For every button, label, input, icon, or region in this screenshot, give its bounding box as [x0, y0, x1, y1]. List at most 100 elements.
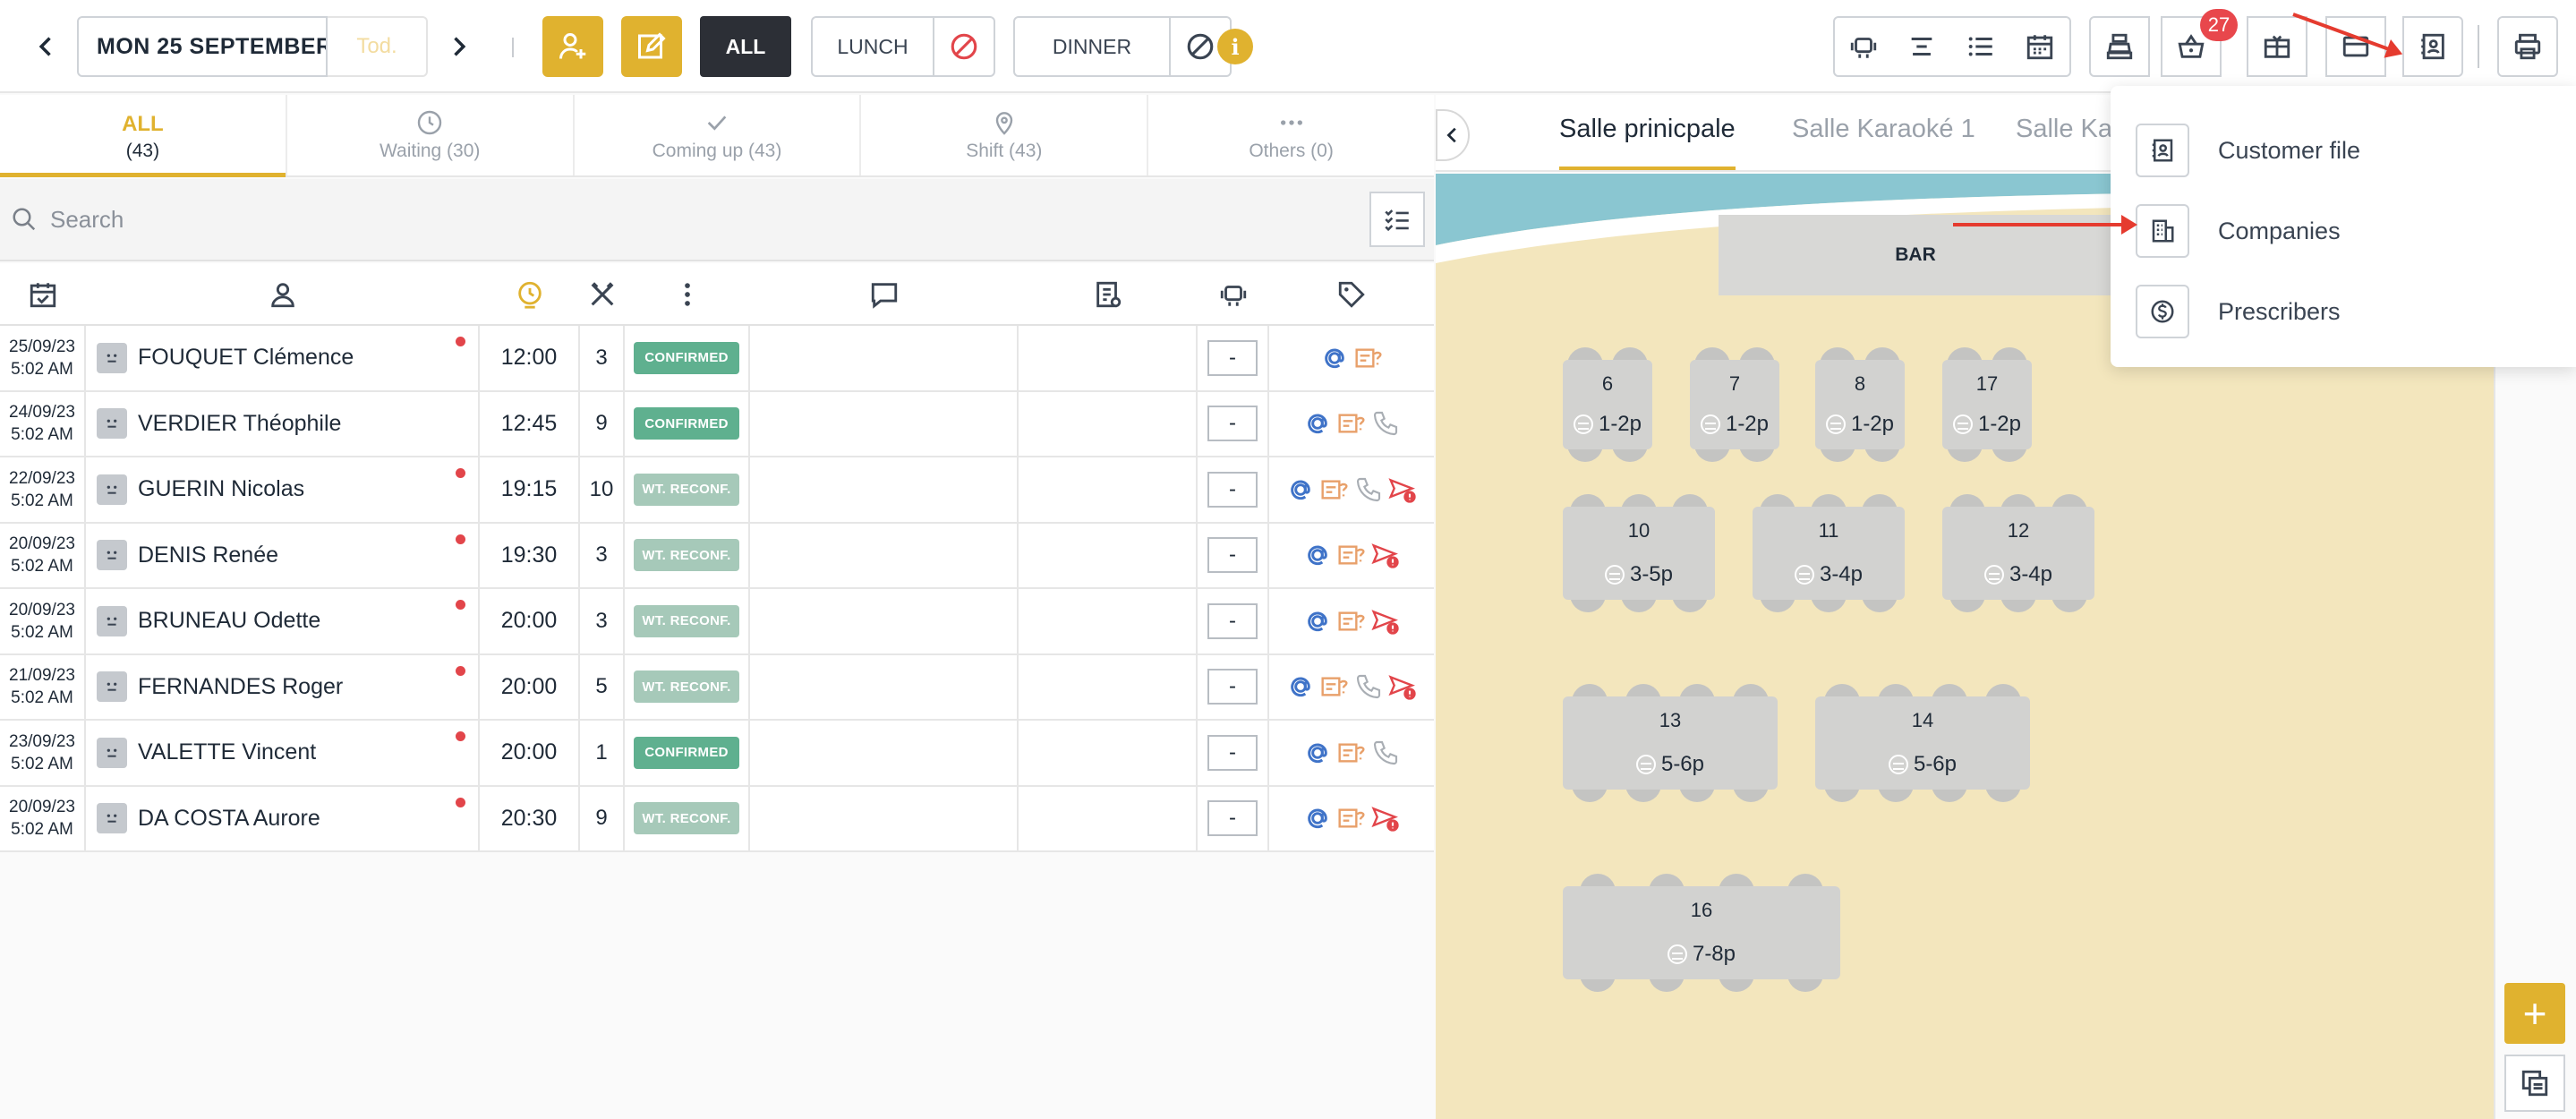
floor-table-10[interactable]: 10 3-5p [1563, 507, 1715, 600]
comment-cell[interactable] [750, 786, 1019, 850]
customer-cell[interactable]: GUERIN Nicolas [86, 457, 480, 522]
menu-item-prescribers[interactable]: Prescribers [2136, 285, 2556, 338]
timeline-view-button[interactable] [1892, 16, 1953, 77]
status-badge[interactable]: CONFIRMED [634, 407, 739, 440]
comment-cell[interactable] [750, 326, 1019, 390]
calendar-view-button[interactable] [2010, 16, 2071, 77]
cash-register-button[interactable] [2089, 16, 2150, 77]
note-cell[interactable] [1019, 786, 1198, 850]
table-cell[interactable]: - [1198, 326, 1269, 390]
floor-table-16[interactable]: 16 7-8p [1563, 886, 1840, 979]
sort-by-customer[interactable] [86, 263, 480, 326]
sort-by-created-date[interactable] [0, 263, 86, 326]
next-day-button[interactable] [431, 20, 485, 73]
table-row[interactable]: 21/09/23 5:02 AM FERNANDES Roger 20:00 5… [0, 654, 1434, 721]
tab-coming-up[interactable]: Coming up (43) [575, 95, 862, 175]
floor-table-11[interactable]: 11 3-4p [1753, 507, 1905, 600]
note-cell[interactable] [1019, 391, 1198, 456]
note-cell[interactable] [1019, 523, 1198, 587]
previous-day-button[interactable] [20, 20, 73, 73]
today-button[interactable]: Tod. [328, 16, 428, 77]
floor-table-14[interactable]: 14 5-6p [1815, 696, 2030, 790]
status-cell[interactable]: WT. RECONF. [625, 589, 750, 653]
info-button[interactable]: i [1217, 29, 1253, 64]
sort-by-covers[interactable] [580, 263, 625, 326]
add-customer-button[interactable] [542, 16, 603, 77]
status-cell[interactable]: CONFIRMED [625, 721, 750, 785]
table-row[interactable]: 24/09/23 5:02 AM VERDIER Théophile 12:45… [0, 391, 1434, 457]
status-column-menu[interactable] [625, 263, 750, 326]
floor-table-7[interactable]: 7 1-2p [1690, 360, 1779, 449]
comment-cell[interactable] [750, 391, 1019, 456]
tab-all[interactable]: ALL (43) [0, 95, 287, 177]
comment-cell[interactable] [750, 654, 1019, 719]
table-cell[interactable]: - [1198, 457, 1269, 522]
list-view-button[interactable] [1951, 16, 2012, 77]
status-badge[interactable]: CONFIRMED [634, 341, 739, 374]
note-cell[interactable] [1019, 654, 1198, 719]
table-cell[interactable]: - [1198, 589, 1269, 653]
tables-view-button[interactable] [1833, 16, 1894, 77]
sort-by-time[interactable] [480, 263, 580, 326]
new-reservation-button[interactable] [621, 16, 682, 77]
status-cell[interactable]: CONFIRMED [625, 326, 750, 390]
table-assignment[interactable]: - [1207, 800, 1258, 837]
floor-table-17[interactable]: 17 1-2p [1942, 360, 2032, 449]
tab-room-main[interactable]: Salle prinicpale [1559, 115, 1736, 170]
table-assignment[interactable]: - [1207, 602, 1258, 639]
status-badge[interactable]: WT. RECONF. [634, 539, 739, 572]
lunch-button[interactable]: LUNCH [811, 16, 934, 77]
table-assignment[interactable]: - [1207, 669, 1258, 705]
table-cell[interactable]: - [1198, 523, 1269, 587]
print-button[interactable] [2497, 16, 2558, 77]
status-badge[interactable]: WT. RECONF. [634, 671, 739, 704]
tab-room-karaoke-2[interactable]: Salle Ka [2016, 115, 2112, 144]
customer-cell[interactable]: DA COSTA Aurore [86, 786, 480, 850]
customer-cell[interactable]: BRUNEAU Odette [86, 589, 480, 653]
status-badge[interactable]: WT. RECONF. [634, 604, 739, 637]
customer-cell[interactable]: VERDIER Théophile [86, 391, 480, 456]
status-cell[interactable]: WT. RECONF. [625, 786, 750, 850]
note-cell[interactable] [1019, 589, 1198, 653]
search-input[interactable] [50, 197, 1357, 242]
status-badge[interactable]: CONFIRMED [634, 736, 739, 769]
status-cell[interactable]: WT. RECONF. [625, 654, 750, 719]
floor-table-12[interactable]: 12 3-4p [1942, 507, 2094, 600]
gift-card-button[interactable] [2247, 16, 2307, 77]
comment-cell[interactable] [750, 721, 1019, 785]
table-cell[interactable]: - [1198, 721, 1269, 785]
floor-table-13[interactable]: 13 5-6p [1563, 696, 1778, 790]
table-row[interactable]: 23/09/23 5:02 AM VALETTE Vincent 20:00 1… [0, 721, 1434, 787]
table-cell[interactable]: - [1198, 786, 1269, 850]
table-assignment[interactable]: - [1207, 471, 1258, 508]
tab-others[interactable]: Others (0) [1148, 95, 1434, 175]
note-cell[interactable] [1019, 457, 1198, 522]
status-cell[interactable]: CONFIRMED [625, 391, 750, 456]
table-row[interactable]: 20/09/23 5:02 AM DA COSTA Aurore 20:30 9… [0, 786, 1434, 852]
status-cell[interactable]: WT. RECONF. [625, 457, 750, 522]
table-assignment[interactable]: - [1207, 339, 1258, 376]
contacts-button[interactable] [2402, 16, 2463, 77]
collapse-panel-button[interactable] [1436, 109, 1470, 161]
comment-cell[interactable] [750, 523, 1019, 587]
note-cell[interactable] [1019, 326, 1198, 390]
comment-cell[interactable] [750, 589, 1019, 653]
menu-item-customer-file[interactable]: Customer file [2136, 124, 2556, 177]
status-badge[interactable]: WT. RECONF. [634, 473, 739, 506]
customer-cell[interactable]: FOUQUET Clémence [86, 326, 480, 390]
status-badge[interactable]: WT. RECONF. [634, 802, 739, 835]
table-row[interactable]: 20/09/23 5:02 AM DENIS Renée 19:30 3 WT.… [0, 523, 1434, 589]
customer-cell[interactable]: DENIS Renée [86, 523, 480, 587]
table-cell[interactable]: - [1198, 654, 1269, 719]
filter-list-button[interactable] [1369, 192, 1425, 247]
menu-item-companies[interactable]: Companies [2136, 204, 2556, 258]
table-assignment[interactable]: - [1207, 406, 1258, 442]
status-cell[interactable]: WT. RECONF. [625, 523, 750, 587]
customer-cell[interactable]: FERNANDES Roger [86, 654, 480, 719]
date-field[interactable]: MON 25 SEPTEMBER [77, 16, 328, 77]
comment-cell[interactable] [750, 457, 1019, 522]
table-assignment[interactable]: - [1207, 734, 1258, 771]
dinner-button[interactable]: DINNER [1013, 16, 1171, 77]
note-cell[interactable] [1019, 721, 1198, 785]
floor-table-6[interactable]: 6 1-2p [1563, 360, 1652, 449]
